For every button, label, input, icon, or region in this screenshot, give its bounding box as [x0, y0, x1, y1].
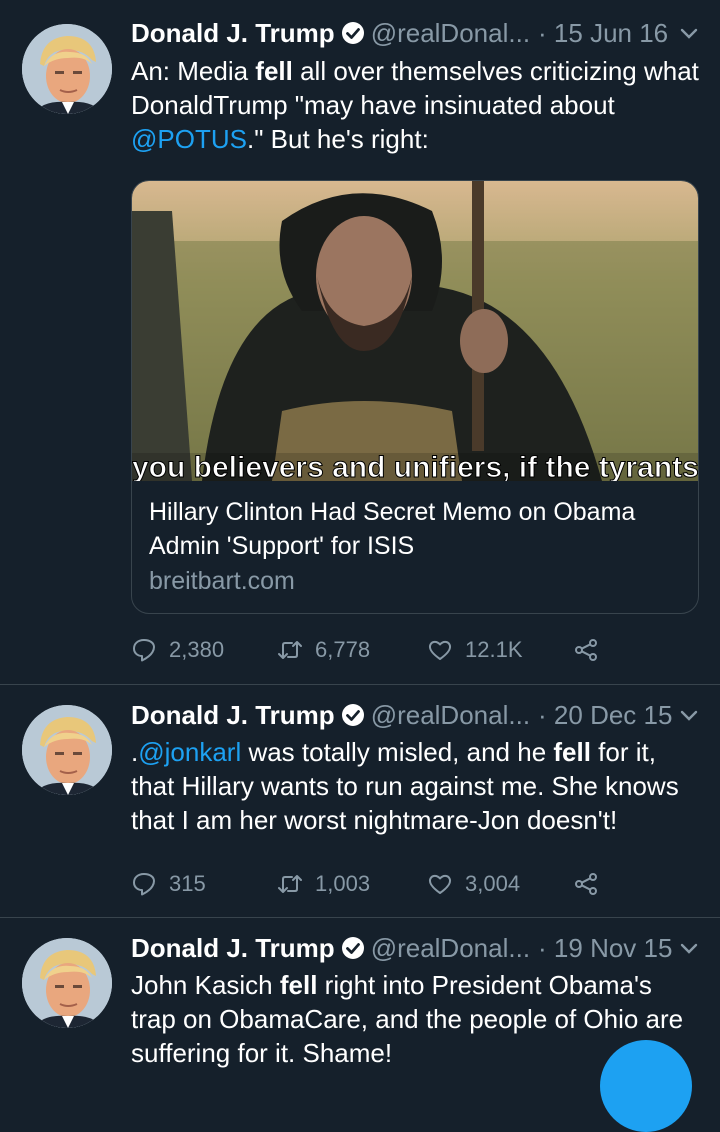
like-button[interactable]: 3,004: [427, 868, 520, 900]
avatar[interactable]: [22, 705, 112, 795]
avatar[interactable]: [22, 24, 112, 114]
reply-count: 2,380: [169, 637, 225, 662]
compose-tweet-button[interactable]: [600, 1040, 692, 1132]
tweet-text: An: Media fell all over themselves criti…: [131, 56, 699, 154]
card-image: you believers and unifiers, if the tyran…: [132, 181, 699, 481]
like-icon: [428, 874, 452, 894]
reply-button[interactable]: 2,380: [131, 634, 224, 666]
retweet-button[interactable]: 6,778: [277, 634, 370, 666]
share-icon: [575, 873, 597, 895]
tweet-date[interactable]: · 20 Dec 15: [538, 700, 672, 731]
tweet-date[interactable]: · 19 Nov 15: [538, 933, 672, 964]
profile-photo: [22, 24, 112, 114]
tweet-actions: 2,380 6,778 12.1K: [131, 634, 700, 666]
chevron-down-icon[interactable]: [678, 22, 700, 44]
reply-icon: [133, 873, 155, 896]
chevron-down-icon[interactable]: [678, 937, 700, 959]
chevron-down-icon[interactable]: [678, 704, 700, 726]
profile-photo: [22, 705, 112, 795]
author-name[interactable]: Donald J. Trump: [131, 700, 335, 731]
reply-icon: [133, 639, 155, 662]
author-handle[interactable]: @realDonal...: [371, 933, 530, 964]
share-button[interactable]: [573, 634, 611, 666]
mention-link[interactable]: @POTUS: [131, 124, 247, 154]
tweet-text: .@jonkarl was totally misled, and he fel…: [131, 737, 679, 835]
reply-count: 315: [169, 871, 206, 896]
share-icon: [575, 639, 597, 661]
retweet-button[interactable]: 1,003: [277, 868, 370, 900]
card-domain: breitbart.com: [149, 567, 295, 595]
link-card[interactable]: you believers and unifiers, if the tyran…: [131, 180, 699, 614]
like-button[interactable]: 12.1K: [427, 634, 523, 666]
verified-badge-icon: [341, 937, 364, 959]
retweet-icon: [278, 875, 302, 893]
card-title: Hillary Clinton Had Secret Memo on Obama…: [149, 498, 636, 560]
like-count: 3,004: [465, 871, 521, 896]
like-count: 12.1K: [465, 637, 523, 662]
profile-photo: [22, 938, 112, 1028]
video-caption: you believers and unifiers, if the tyran…: [132, 451, 699, 481]
verified-badge-icon: [341, 22, 364, 44]
retweet-icon: [278, 641, 302, 659]
reply-button[interactable]: 315: [131, 868, 206, 900]
avatar[interactable]: [22, 938, 112, 1028]
retweet-count: 6,778: [315, 637, 371, 662]
mention-link[interactable]: @jonkarl: [138, 737, 241, 767]
tweet[interactable]: Donald J. Trump @realDonal... · 20 Dec 1…: [0, 685, 720, 918]
author-handle[interactable]: @realDonal...: [371, 18, 530, 49]
author-name[interactable]: Donald J. Trump: [131, 933, 335, 964]
tweet[interactable]: Donald J. Trump @realDonal... · 15 Jun 1…: [0, 0, 720, 685]
author-name[interactable]: Donald J. Trump: [131, 18, 335, 49]
retweet-count: 1,003: [315, 871, 371, 896]
tweet-actions: 315 1,003 3,004: [131, 868, 700, 900]
author-handle[interactable]: @realDonal...: [371, 700, 530, 731]
share-button[interactable]: [573, 868, 611, 900]
verified-badge-icon: [341, 704, 364, 726]
tweet-date[interactable]: · 15 Jun 16: [538, 18, 668, 49]
like-icon: [428, 640, 452, 660]
